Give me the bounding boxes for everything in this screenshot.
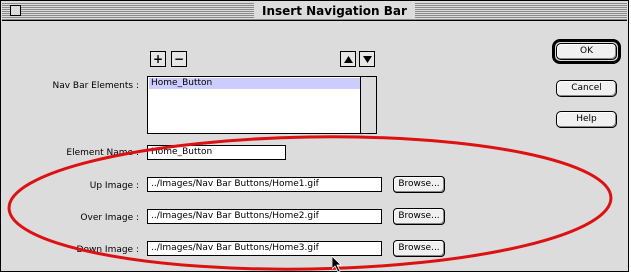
cancel-button[interactable]: Cancel (556, 80, 617, 97)
add-element-button[interactable]: + (150, 51, 166, 67)
element-name-label: Element Name : (66, 148, 139, 158)
up-image-field[interactable]: ../Images/Nav Bar Buttons/Home1.gif (147, 177, 382, 192)
element-name-field[interactable]: Home_Button (147, 145, 286, 160)
down-image-field[interactable]: ../Images/Nav Bar Buttons/Home3.gif (147, 241, 382, 256)
list-scrollbar[interactable] (360, 77, 376, 133)
down-triangle-icon (362, 55, 372, 63)
list-item[interactable]: Home_Button (149, 78, 360, 89)
down-image-browse-button[interactable]: Browse... (393, 240, 445, 257)
help-button[interactable]: Help (556, 111, 617, 128)
up-image-browse-button[interactable]: Browse... (393, 176, 445, 193)
insert-navigation-bar-dialog: Insert Navigation Bar + − Nav Bar Elemen… (0, 0, 629, 272)
mouse-cursor-icon (332, 256, 342, 272)
over-image-field[interactable]: ../Images/Nav Bar Buttons/Home2.gif (147, 209, 382, 224)
window-title: Insert Navigation Bar (254, 3, 415, 19)
over-image-browse-button[interactable]: Browse... (393, 208, 445, 225)
title-bar[interactable]: Insert Navigation Bar (2, 2, 627, 21)
nav-bar-elements-list[interactable]: Home_Button (147, 76, 377, 134)
down-image-label: Down Image : (76, 245, 139, 255)
over-image-label: Over Image : (80, 213, 139, 223)
close-box-icon[interactable] (10, 5, 21, 16)
up-triangle-icon (343, 55, 353, 63)
move-up-button[interactable] (340, 51, 356, 67)
up-image-label: Up Image : (89, 181, 139, 191)
move-down-button[interactable] (359, 51, 375, 67)
remove-element-button[interactable]: − (171, 51, 187, 67)
nav-bar-elements-label: Nav Bar Elements : (52, 81, 139, 91)
ok-button[interactable]: OK (556, 43, 617, 60)
